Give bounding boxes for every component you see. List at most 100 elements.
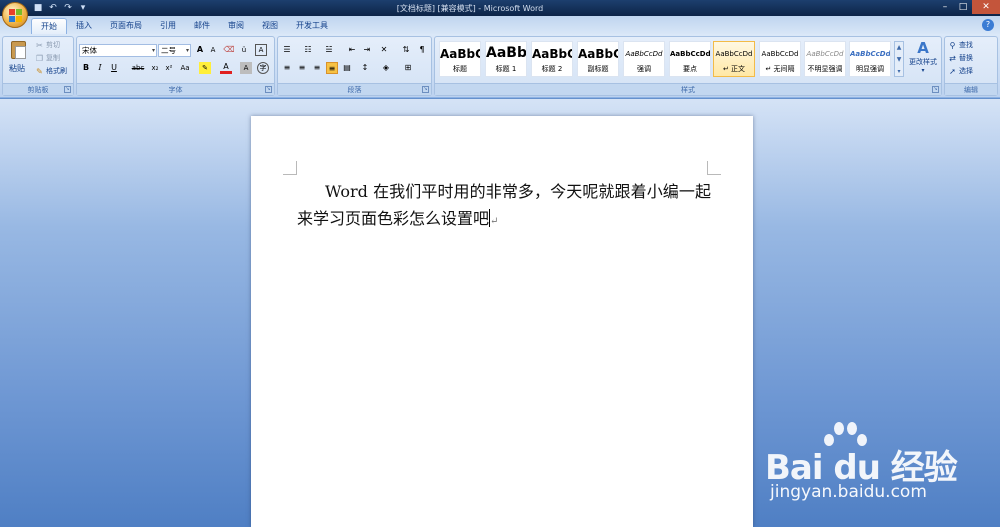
- paste-button[interactable]: 粘贴: [7, 39, 31, 81]
- chevron-down-icon[interactable]: ▼: [895, 54, 903, 66]
- font-name-value: 宋体: [82, 46, 97, 55]
- change-case-button[interactable]: Aa: [178, 62, 192, 74]
- borders-icon[interactable]: ⊞: [402, 62, 414, 74]
- style-sample: AaBbC: [440, 47, 480, 61]
- line-spacing-icon[interactable]: ↕: [359, 62, 371, 74]
- font-size-combo[interactable]: 二号 ▾: [158, 44, 191, 57]
- font-color-button[interactable]: A: [220, 62, 232, 74]
- enclose-characters-button[interactable]: 字: [257, 62, 269, 74]
- chevron-down-icon: ▾: [151, 47, 155, 54]
- style-no-spacing[interactable]: AaBbCcDd ↵ 无间隔: [759, 41, 801, 77]
- format-painter-label: 格式刷: [46, 67, 67, 75]
- style-subtle-emphasis[interactable]: AaBbCcDd 不明显强调: [804, 41, 846, 77]
- style-sample: AaBbCcDd: [806, 50, 844, 58]
- font-group: 宋体 ▾ 二号 ▾ A A ⌫ ü A B I U abc x₂ x² Aa ✎…: [76, 36, 275, 96]
- copy-button[interactable]: ❐ 复制: [35, 52, 60, 64]
- minimize-button[interactable]: –: [936, 0, 954, 14]
- format-painter-button[interactable]: ✎ 格式刷: [35, 65, 67, 77]
- superscript-button[interactable]: x²: [163, 62, 175, 74]
- style-sample: AaBbCcDd: [625, 50, 663, 58]
- chevron-up-icon[interactable]: ▲: [895, 42, 903, 54]
- grow-font-button[interactable]: A: [194, 44, 206, 56]
- clipboard-group: 粘贴 ✂ 剪切 ❐ 复制 ✎ 格式刷 剪贴板 ↘: [2, 36, 74, 96]
- office-button[interactable]: [2, 2, 28, 28]
- phonetic-guide-icon[interactable]: ü: [238, 44, 250, 56]
- char-border-button[interactable]: A: [255, 44, 267, 56]
- select-button[interactable]: ➚ 选择: [948, 65, 973, 77]
- superscript-label: x²: [165, 64, 173, 72]
- chevron-down-icon: ▾: [185, 47, 189, 54]
- align-right-icon[interactable]: ≡: [311, 62, 323, 74]
- shrink-font-button[interactable]: A: [207, 44, 219, 56]
- document-body[interactable]: Word 在我们平时用的非常多，今天呢就跟着小编一起来学习页面色彩怎么设置吧↵: [297, 178, 711, 235]
- tab-developer[interactable]: 开发工具: [287, 18, 337, 34]
- highlight-icon[interactable]: ✎: [199, 62, 211, 74]
- style-emphasis[interactable]: AaBbCcDd 强调: [623, 41, 665, 77]
- multilevel-list-icon[interactable]: ☱: [323, 44, 335, 56]
- tab-view[interactable]: 视图: [253, 18, 287, 34]
- paste-label: 粘贴: [9, 64, 25, 73]
- grow-font-label: A: [196, 45, 204, 54]
- sort-icon[interactable]: ⇅: [400, 44, 412, 56]
- tab-page-layout[interactable]: 页面布局: [101, 18, 151, 34]
- shading-icon[interactable]: ◈: [380, 62, 392, 74]
- cut-label: 剪切: [46, 41, 60, 49]
- paragraph-dialog-launcher-icon[interactable]: ↘: [422, 86, 429, 93]
- paste-icon: [11, 41, 26, 59]
- maximize-button[interactable]: □: [954, 0, 972, 14]
- tab-home[interactable]: 开始: [31, 18, 67, 34]
- show-hide-marks-icon[interactable]: ¶: [416, 44, 428, 56]
- align-left-icon[interactable]: ≡: [281, 62, 293, 74]
- more-icon[interactable]: ▾: [895, 66, 903, 78]
- find-button[interactable]: ⚲ 查找: [948, 39, 973, 51]
- bold-button[interactable]: B: [80, 62, 92, 74]
- title-bar: ■ ↶ ↷ ▾ [文档标题] [兼容模式] - Microsoft Word –…: [0, 0, 1000, 16]
- tab-review[interactable]: 审阅: [219, 18, 253, 34]
- tab-references[interactable]: 引用: [151, 18, 185, 34]
- underline-button[interactable]: U: [108, 62, 120, 74]
- document-page[interactable]: Word 在我们平时用的非常多，今天呢就跟着小编一起来学习页面色彩怎么设置吧↵: [251, 116, 753, 527]
- underline-label: U: [111, 63, 117, 72]
- subscript-button[interactable]: x₂: [149, 62, 161, 74]
- distributed-icon[interactable]: ▤: [341, 62, 353, 74]
- increase-indent-icon[interactable]: ⇥: [361, 44, 373, 56]
- bullets-icon[interactable]: ☰: [281, 44, 293, 56]
- font-dialog-launcher-icon[interactable]: ↘: [265, 86, 272, 93]
- clear-formatting-icon[interactable]: ⌫: [223, 44, 235, 56]
- styles-dialog-launcher-icon[interactable]: ↘: [932, 86, 939, 93]
- chinese-layout-icon[interactable]: ✕: [378, 44, 390, 56]
- style-title[interactable]: AaBbC 标题: [439, 41, 481, 77]
- style-sample: AaBbCcDd: [670, 50, 710, 58]
- cut-button[interactable]: ✂ 剪切: [35, 39, 60, 51]
- style-heading-1[interactable]: AaBb 标题 1: [485, 41, 527, 77]
- change-case-label: Aa: [180, 64, 190, 72]
- decrease-indent-icon[interactable]: ⇤: [346, 44, 358, 56]
- style-intense-emphasis[interactable]: AaBbCcDd 明显强调: [849, 41, 891, 77]
- replace-button[interactable]: ⇄ 替换: [948, 52, 973, 64]
- style-strong[interactable]: AaBbCcDd 要点: [669, 41, 711, 77]
- style-heading-2[interactable]: AaBbC 标题 2: [531, 41, 573, 77]
- styles-gallery-scroll[interactable]: ▲ ▼ ▾: [894, 41, 904, 77]
- style-name: 明显强调: [856, 65, 884, 73]
- align-center-icon[interactable]: ≡: [296, 62, 308, 74]
- char-shading-label: A: [243, 64, 249, 72]
- style-sample: AaBbCcDd: [761, 50, 799, 58]
- italic-button[interactable]: I: [94, 62, 106, 74]
- styles-group-label: 样式: [435, 83, 941, 95]
- strikethrough-button[interactable]: abc: [130, 62, 146, 74]
- replace-label: 替换: [959, 54, 973, 62]
- style-normal[interactable]: AaBbCcDd ↵ 正文: [713, 41, 755, 77]
- change-styles-button[interactable]: A 更改样式 ▾: [906, 39, 940, 81]
- copy-icon: ❐: [35, 53, 44, 63]
- char-shading-button[interactable]: A: [240, 62, 252, 74]
- font-name-combo[interactable]: 宋体 ▾: [79, 44, 157, 57]
- style-subtitle[interactable]: AaBbC 副标题: [577, 41, 619, 77]
- numbering-icon[interactable]: ☷: [302, 44, 314, 56]
- tab-mailings[interactable]: 邮件: [185, 18, 219, 34]
- clipboard-dialog-launcher-icon[interactable]: ↘: [64, 86, 71, 93]
- help-icon[interactable]: ?: [982, 19, 994, 31]
- style-name: 标题 1: [495, 65, 517, 73]
- tab-insert[interactable]: 插入: [67, 18, 101, 34]
- close-button[interactable]: ✕: [972, 0, 1000, 14]
- justify-icon[interactable]: ≡: [326, 62, 338, 74]
